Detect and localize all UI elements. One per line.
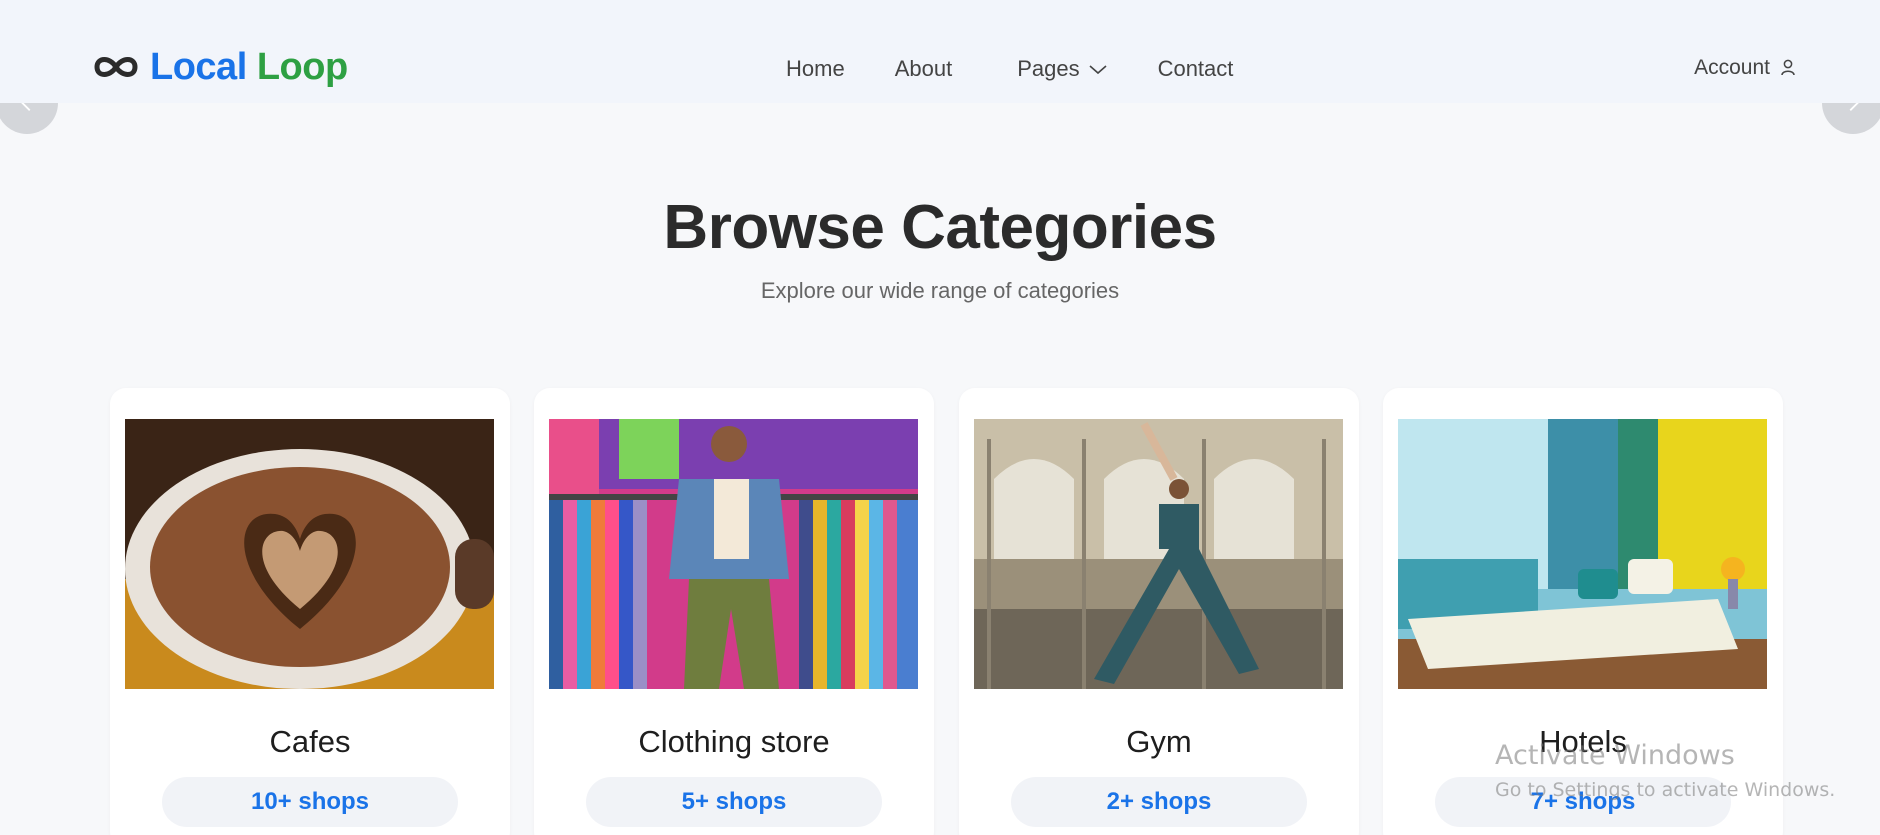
infinity-icon <box>94 57 138 77</box>
main-nav: Home About Pages Contact <box>786 56 1233 82</box>
watermark-subtitle: Go to Settings to activate Windows. <box>1495 779 1836 801</box>
logo-text-loop: Loop <box>256 45 348 88</box>
account-label: Account <box>1694 56 1770 79</box>
logo[interactable]: Local Loop <box>92 42 348 92</box>
windows-activation-watermark: Activate Windows Go to Settings to activ… <box>1495 740 1835 801</box>
nav-pages-dropdown[interactable]: Pages <box>1017 56 1107 82</box>
shops-count-badge[interactable]: 5+ shops <box>586 777 882 827</box>
nav-about[interactable]: About <box>895 56 953 82</box>
hotel-room-image <box>1398 419 1767 689</box>
shops-count-badge[interactable]: 2+ shops <box>1011 777 1307 827</box>
category-card-gym[interactable]: Gym 2+ shops <box>959 388 1359 835</box>
category-name: Cafes <box>269 724 351 759</box>
shops-count-badge[interactable]: 10+ shops <box>162 777 458 827</box>
section-title: Browse Categories <box>663 193 1217 262</box>
nav-home[interactable]: Home <box>786 56 845 82</box>
logo-text-local: Local <box>150 45 247 88</box>
nav-contact[interactable]: Contact <box>1158 56 1234 82</box>
nav-pages-label: Pages <box>1017 56 1080 81</box>
section-subtitle: Explore our wide range of categories <box>760 278 1120 303</box>
coffee-latte-art-image <box>125 419 494 689</box>
site-header: Local Loop Home About Pages Contact Acco… <box>0 0 1880 103</box>
category-name: Clothing store <box>638 724 830 759</box>
category-name: Gym <box>1126 724 1192 759</box>
chevron-down-icon <box>1089 65 1107 75</box>
clothing-store-image <box>549 419 918 689</box>
account-link[interactable]: Account <box>1694 56 1796 80</box>
yoga-gym-image <box>974 419 1343 689</box>
category-card-clothing-store[interactable]: Clothing store 5+ shops <box>534 388 934 835</box>
watermark-title: Activate Windows <box>1495 740 1735 771</box>
category-card-cafes[interactable]: Cafes 10+ shops <box>110 388 510 835</box>
user-icon <box>1781 59 1795 76</box>
